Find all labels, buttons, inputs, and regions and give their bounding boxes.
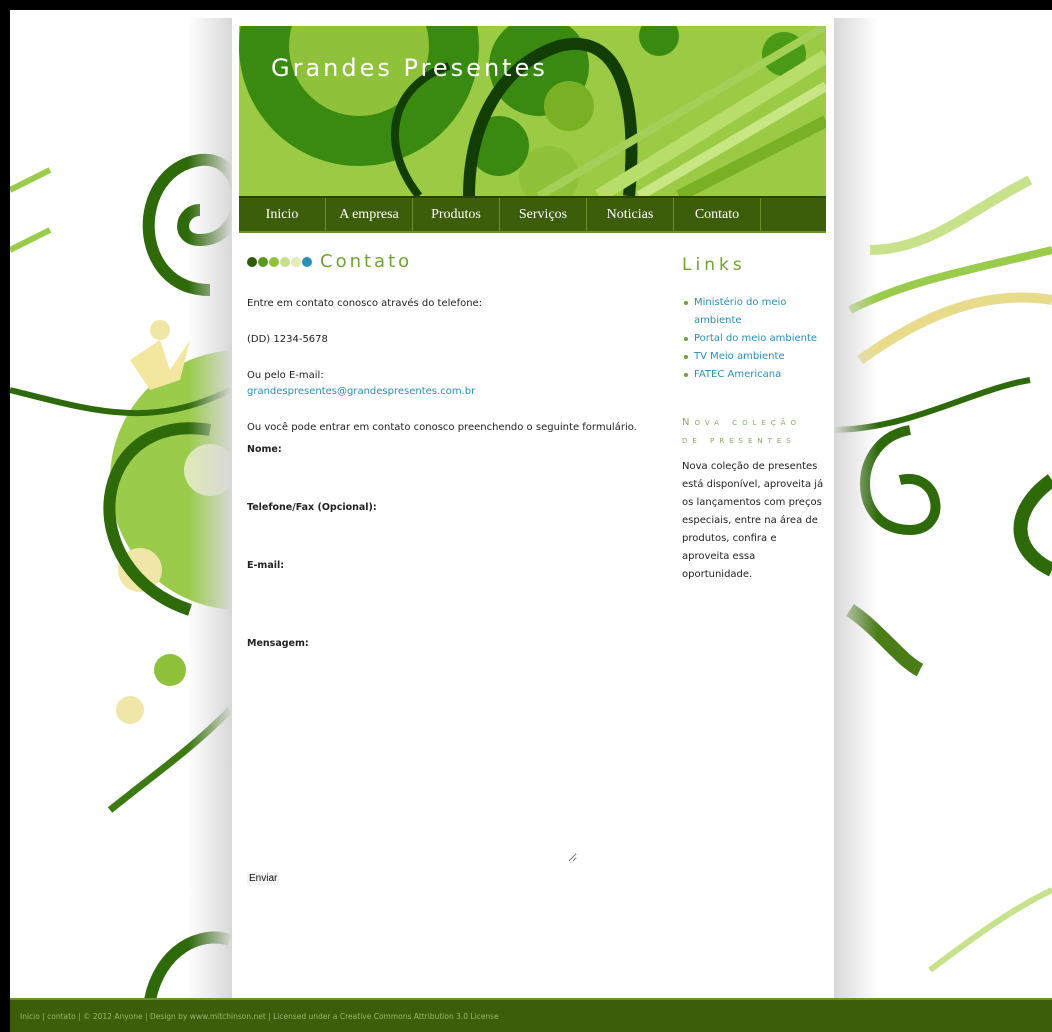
form-intro: Ou você pode entrar em contato conosco p… [247,422,637,433]
contact-intro: Entre em contato conosco através do tele… [247,298,483,309]
site-title: Grandes Presentes [271,54,548,82]
link-ministerio[interactable]: Ministério do meio ambiente [682,294,827,330]
link-tv[interactable]: TV Meio ambiente [682,348,827,366]
name-field[interactable] [247,458,567,494]
page-title: Contato [320,251,413,272]
footer: Inicio | contato | © 2012 Anyone | Desig… [10,998,1052,1032]
email-label: E-mail: [247,560,285,571]
page-shadow-right [834,18,878,1000]
contact-email-link[interactable]: grandespresentes@grandespresentes.com.br [247,384,647,400]
menu-item-contato[interactable]: Contato [674,198,761,231]
sidebar: Links Ministério do meio ambiente Portal… [682,256,827,584]
main-menu: Inicio A empresa Produtos Serviços Notic… [239,196,826,233]
page-shadow-left [188,18,232,1000]
email-field[interactable] [247,574,567,630]
link-portal[interactable]: Portal do meio ambiente [682,330,827,348]
menu-item-inicio[interactable]: Inicio [239,198,326,231]
content-heading: Contato [247,248,647,276]
phone-field[interactable] [247,516,567,552]
browser-viewport: Grandes Presentes Inicio A empresa Produ… [0,0,1052,1032]
heading-dots-icon [247,257,312,267]
main-content: Contato Entre em contato conosco através… [247,248,647,652]
links-list: Ministério do meio ambiente Portal do me… [682,294,827,384]
links-title: Links [682,255,746,275]
email-intro: Ou pelo E-mail: [247,370,324,381]
message-label: Mensagem: [247,638,309,649]
footer-text: Inicio | contato | © 2012 Anyone | Desig… [20,1011,499,1021]
menu-item-servicos[interactable]: Serviços [500,198,587,231]
contact-phone: (DD) 1234-5678 [247,334,328,345]
phone-label: Telefone/Fax (Opcional): [247,502,377,513]
menu-item-produtos[interactable]: Produtos [413,198,500,231]
name-label: Nome: [247,444,282,455]
news-title: Nova coleção de presentes [682,417,801,446]
menu-item-noticias[interactable]: Noticias [587,198,674,231]
link-fatec[interactable]: FATEC Americana [682,366,827,384]
header-artwork [239,26,826,196]
send-button[interactable]: Enviar [247,872,280,885]
contact-form: Nome: Telefone/Fax (Opcional): E-mail: M… [247,442,647,652]
message-textarea[interactable] [247,678,577,862]
news-text: Nova coleção de presentes está disponíve… [682,461,824,580]
header-banner: Grandes Presentes [239,26,826,196]
menu-item-a-empresa[interactable]: A empresa [326,198,413,231]
